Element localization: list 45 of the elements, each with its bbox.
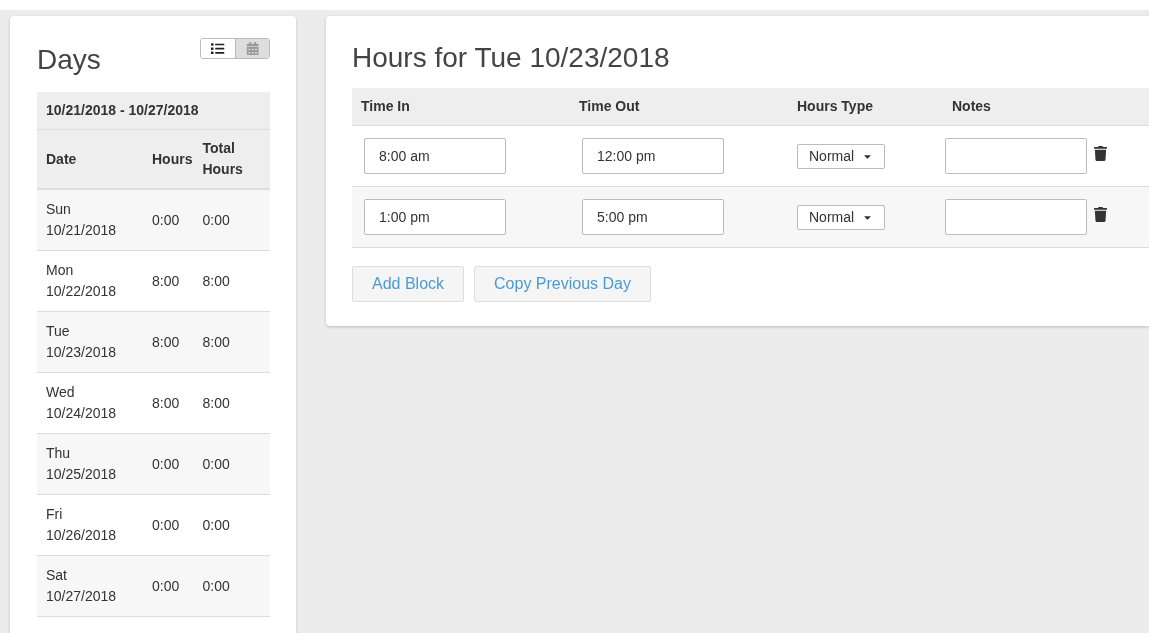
total-hours-cell: 8:00: [197, 250, 270, 312]
date-cell: Fri 10/26/2018: [37, 494, 147, 556]
date-cell: Tue 10/23/2018: [37, 311, 147, 373]
column-header: Notes: [943, 88, 1091, 126]
column-header: Total Hours: [197, 129, 270, 189]
hours-cell: 0:00: [147, 494, 198, 556]
total-hours-cell: 0:00: [197, 433, 270, 495]
hours-type-dropdown[interactable]: Normal: [797, 143, 886, 169]
column-header: Time In: [352, 88, 570, 126]
total-hours-cell: 0:00: [197, 494, 270, 556]
date-cell: Mon 10/22/2018: [37, 250, 147, 312]
list-icon: [211, 41, 225, 56]
time-out-field[interactable]: 5:00 pm: [582, 199, 724, 235]
hours-cell: 0:00: [147, 189, 198, 251]
column-header: Hours: [147, 129, 198, 189]
total-hours-cell: 0:00: [197, 555, 270, 617]
column-header: Time Out: [570, 88, 788, 126]
date-cell: Sun 10/21/2018: [37, 189, 147, 251]
week-range: 10/21/2018 - 10/27/2018: [37, 92, 270, 130]
hours-cell: 0:00: [147, 433, 198, 495]
time-in-field[interactable]: 1:00 pm: [364, 199, 506, 235]
hours-cell: 8:00: [147, 311, 198, 373]
total-hours-cell: 8:00: [197, 311, 270, 373]
panel-title: Days: [37, 44, 101, 76]
date-cell: Wed 10/24/2018: [37, 372, 147, 434]
hours-cell: 8:00: [147, 372, 198, 434]
panel-title: Hours for Tue 10/23/2018: [352, 42, 671, 74]
delete-icon[interactable]: [1093, 145, 1108, 161]
notes-field[interactable]: [945, 199, 1087, 235]
notes-field[interactable]: [945, 138, 1087, 174]
total-hours-cell: 8:00: [197, 372, 270, 434]
hours-type-dropdown[interactable]: Normal: [797, 204, 886, 230]
view-toggle[interactable]: [200, 38, 270, 59]
hours-cell: 0:00: [147, 555, 198, 617]
time-out-field[interactable]: 12:00 pm: [582, 138, 724, 174]
column-header: Hours Type: [788, 88, 943, 126]
time-in-field[interactable]: 8:00 am: [364, 138, 506, 174]
view-toggle-button[interactable]: [235, 39, 269, 58]
total-hours-cell: 0:00: [197, 189, 270, 251]
hours-cell: 8:00: [147, 250, 198, 312]
date-cell: Sat 10/27/2018: [37, 555, 147, 617]
date-cell: Thu 10/25/2018: [37, 433, 147, 495]
delete-icon[interactable]: [1093, 206, 1108, 222]
calendar-icon: [245, 41, 260, 56]
column-header: Date: [37, 129, 147, 189]
